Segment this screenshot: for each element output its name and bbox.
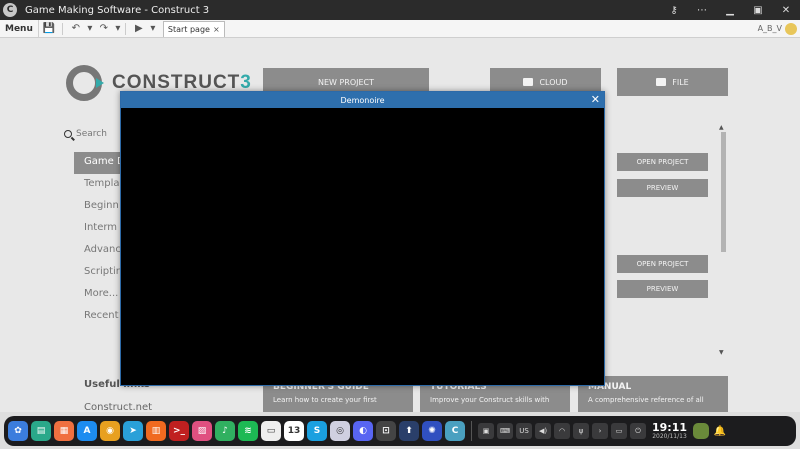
bell-icon[interactable]: 🔔 [712, 423, 728, 439]
dock: ✿ ▤ ▦ A ◉ ➤ ▥ >_ ▨ ♪ ≋ ▭ 13 S ◎ ◐ ⊡ ⬆ ✺ C ▣ ⌨ US ◀) ◠ ψ › ▭ ⏻ 19:11… [4, 416, 796, 446]
card-description: A comprehensive reference of all [588, 396, 704, 404]
shield-icon[interactable] [693, 423, 710, 439]
search-input[interactable]: Search [64, 125, 124, 143]
tab-label: Start page [167, 24, 210, 34]
undo-dropdown-icon[interactable]: ▾ [86, 23, 94, 34]
tray-icon[interactable]: US [516, 423, 532, 439]
title-bar: C Game Making Software - Construct 3 ⚷ ⋯… [0, 0, 800, 20]
undo-icon[interactable]: ↶ [66, 23, 86, 34]
tray-icon[interactable]: ⌨ [497, 423, 513, 439]
more-options-button[interactable]: ⋯ [688, 5, 716, 16]
minimize-button[interactable]: ▁ [716, 5, 744, 16]
open-project-button[interactable]: OPEN PROJECT [617, 153, 708, 171]
app-window: C Game Making Software - Construct 3 ⚷ ⋯… [0, 0, 800, 449]
dock-app-icon[interactable]: >_ [169, 421, 189, 441]
preview-dialog: Demonoire ✕ [120, 91, 605, 386]
cloud-label: CLOUD [539, 77, 568, 87]
dock-app-icon[interactable]: ▤ [31, 421, 51, 441]
window-title: Game Making Software - Construct 3 [25, 4, 210, 16]
folder-icon [523, 78, 534, 86]
game-preview-canvas[interactable] [121, 108, 604, 385]
file-open-button[interactable]: FILE [617, 68, 728, 96]
clock-date: 2020/11/13 [652, 433, 687, 440]
preview-button[interactable]: PREVIEW [617, 280, 708, 298]
maximize-button[interactable]: ▣ [744, 5, 772, 16]
dock-app-icon[interactable]: S [307, 421, 327, 441]
play-dropdown-icon[interactable]: ▾ [149, 23, 157, 34]
dock-app-icon[interactable]: ◎ [330, 421, 350, 441]
dock-app-icon[interactable]: ◉ [100, 421, 120, 441]
user-account[interactable]: A_B_V [757, 22, 797, 35]
dialog-header: Demonoire ✕ [121, 92, 604, 108]
file-label: FILE [672, 77, 689, 87]
open-project-button[interactable]: OPEN PROJECT [617, 255, 708, 273]
user-name: A_B_V [757, 24, 782, 33]
system-tray: ▣ ⌨ US ◀) ◠ ψ › ▭ ⏻ [478, 423, 646, 439]
dock-app-icon[interactable]: ▥ [146, 421, 166, 441]
tray-icon[interactable]: ▭ [611, 423, 627, 439]
close-icon[interactable]: ✕ [591, 93, 600, 106]
dock-app-icon[interactable]: A [77, 421, 97, 441]
tray-icon[interactable]: ψ [573, 423, 589, 439]
dock-app-icon[interactable]: ▦ [54, 421, 74, 441]
logo-word: CONSTRUCT [112, 72, 241, 93]
menu-button[interactable]: Menu [0, 19, 39, 38]
scroll-down-icon[interactable]: ▼ [719, 349, 724, 356]
dock-apps: ✿ ▤ ▦ A ◉ ➤ ▥ >_ ▨ ♪ ≋ ▭ 13 S ◎ ◐ ⊡ ⬆ ✺ C [8, 421, 465, 441]
search-placeholder: Search [76, 129, 107, 139]
search-icon [64, 130, 72, 138]
clock-time: 19:11 [652, 421, 688, 434]
dock-app-icon[interactable]: C [445, 421, 465, 441]
logo-number: 3 [240, 72, 252, 93]
dock-app-icon[interactable]: ▨ [192, 421, 212, 441]
tab-start-page[interactable]: Start page × [162, 20, 225, 37]
dock-app-icon[interactable]: ⊡ [376, 421, 396, 441]
clock[interactable]: 19:11 2020/11/13 [652, 422, 687, 440]
dock-app-icon[interactable]: ✿ [8, 421, 28, 441]
dock-app-icon[interactable]: 13 [284, 421, 304, 441]
tray-icon[interactable]: ⏻ [630, 423, 646, 439]
taskbar: ✿ ▤ ▦ A ◉ ➤ ▥ >_ ▨ ♪ ≋ ▭ 13 S ◎ ◐ ⊡ ⬆ ✺ C ▣ ⌨ US ◀) ◠ ψ › ▭ ⏻ 19:11… [0, 412, 800, 449]
scroll-up-icon[interactable]: ▲ [719, 124, 724, 131]
construct-logo-icon: C [3, 3, 17, 17]
dock-app-icon[interactable]: ⬆ [399, 421, 419, 441]
dock-app-icon[interactable]: ≋ [238, 421, 258, 441]
scrollbar[interactable]: ▲ ▼ [719, 124, 727, 356]
new-project-label: NEW PROJECT [317, 77, 375, 87]
key-icon[interactable]: ⚷ [660, 5, 688, 16]
tray-icon[interactable]: ◠ [554, 423, 570, 439]
dock-divider [471, 421, 472, 441]
play-icon[interactable]: ▶ [129, 23, 149, 34]
dock-app-icon[interactable]: ◐ [353, 421, 373, 441]
card-title: MANUAL [588, 382, 632, 392]
dock-app-icon[interactable]: ➤ [123, 421, 143, 441]
folder-icon [656, 78, 667, 86]
dock-app-icon[interactable]: ✺ [422, 421, 442, 441]
main-toolbar: Menu 💾 ↶ ▾ ↷ ▾ ▶ ▾ Start page × A_B_V [0, 19, 800, 38]
tray-icon[interactable]: ▣ [478, 423, 494, 439]
avatar[interactable] [785, 22, 797, 35]
redo-dropdown-icon[interactable]: ▾ [114, 23, 122, 34]
tab-close-icon[interactable]: × [213, 22, 220, 37]
toolbar-divider [61, 22, 63, 35]
close-window-button[interactable]: ✕ [772, 5, 800, 16]
dialog-title: Demonoire [340, 95, 385, 105]
tray-icon[interactable]: ◀) [535, 423, 551, 439]
preview-button[interactable]: PREVIEW [617, 179, 708, 197]
redo-icon[interactable]: ↷ [94, 23, 114, 34]
card-description: Learn how to create your first [273, 396, 377, 404]
construct-logo-mark-icon [66, 65, 104, 101]
card-description: Improve your Construct skills with [430, 396, 550, 404]
save-icon[interactable]: 💾 [39, 23, 59, 34]
dock-app-icon[interactable]: ▭ [261, 421, 281, 441]
scrollbar-thumb[interactable] [721, 132, 726, 252]
dock-app-icon[interactable]: ♪ [215, 421, 235, 441]
toolbar-divider [124, 22, 126, 35]
tray-icon[interactable]: › [592, 423, 608, 439]
